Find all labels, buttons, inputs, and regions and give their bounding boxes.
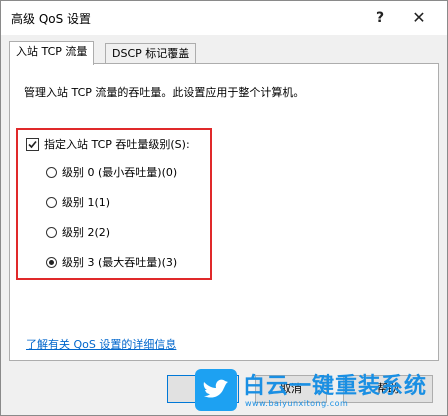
window-title: 高级 QoS 设置 xyxy=(11,12,92,26)
checkbox-label: 指定入站 TCP 吞吐量级别(S): xyxy=(44,138,190,151)
radio-icon[interactable] xyxy=(46,166,57,178)
radio-label: 级别 1(1) xyxy=(62,196,111,209)
radio-level-2[interactable]: 级别 2(2) xyxy=(46,224,110,240)
radio-level-0[interactable]: 级别 0 (最小吞吐量)(0) xyxy=(46,164,177,180)
ok-button[interactable] xyxy=(167,375,239,403)
tab-dscp-override[interactable]: DSCP 标记覆盖 xyxy=(105,43,197,64)
radio-selected-icon[interactable] xyxy=(46,256,57,268)
radio-label: 级别 0 (最小吞吐量)(0) xyxy=(62,166,178,179)
radio-level-1[interactable]: 级别 1(1) xyxy=(46,194,110,210)
tab-panel: 管理入站 TCP 流量的吞吐量。此设置应用于整个计算机。 指定入站 TCP 吞吐… xyxy=(9,63,439,361)
qos-dialog: 高级 QoS 设置 ? ✕ 入站 TCP 流量 DSCP 标记覆盖 管理入站 T… xyxy=(0,0,448,416)
radio-label: 级别 3 (最大吞吐量)(3) xyxy=(62,256,178,269)
cancel-button[interactable]: 取消 xyxy=(255,375,327,403)
close-icon[interactable]: ✕ xyxy=(407,7,431,29)
radio-level-3[interactable]: 级别 3 (最大吞吐量)(3) xyxy=(46,254,177,270)
radio-icon[interactable] xyxy=(46,196,57,208)
radio-icon[interactable] xyxy=(46,226,57,238)
radio-label: 级别 2(2) xyxy=(62,226,111,239)
checkbox-checked-icon[interactable] xyxy=(26,137,39,151)
qos-info-link[interactable]: 了解有关 QoS 设置的详细信息 xyxy=(26,336,176,352)
description-text: 管理入站 TCP 流量的吞吐量。此设置应用于整个计算机。 xyxy=(24,86,305,99)
title-bar: 高级 QoS 设置 ? ✕ xyxy=(1,1,447,35)
tab-inbound-tcp[interactable]: 入站 TCP 流量 xyxy=(9,41,95,65)
help-button[interactable]: 帮助 xyxy=(343,375,433,403)
help-icon[interactable]: ? xyxy=(369,7,391,29)
throughput-checkbox-row[interactable]: 指定入站 TCP 吞吐量级别(S): xyxy=(26,136,190,152)
